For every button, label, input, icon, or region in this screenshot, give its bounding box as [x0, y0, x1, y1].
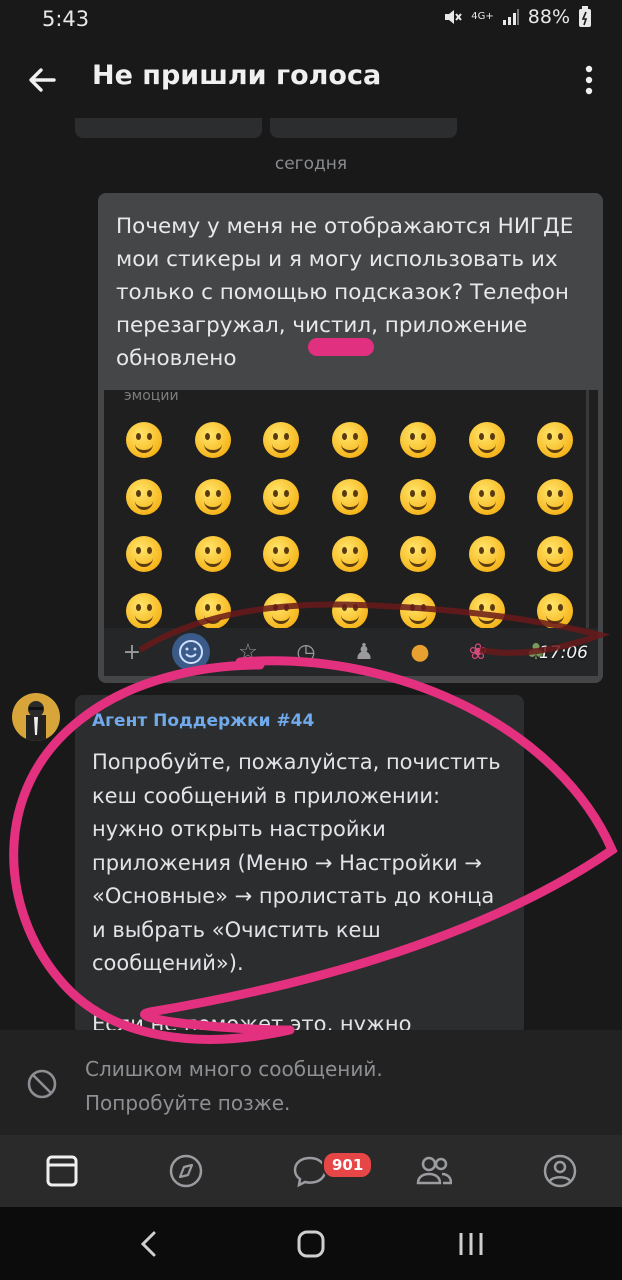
emoji-icon: [194, 422, 231, 458]
status-bar: 5:43 4G+ 88%: [0, 0, 622, 40]
emoji-icon: [263, 479, 299, 515]
profile-icon[interactable]: [542, 1153, 578, 1189]
emoji-icon: [537, 479, 573, 515]
emoji-icon: [537, 536, 573, 572]
system-home-icon[interactable]: [296, 1229, 326, 1259]
network-label: 4G+: [471, 11, 494, 22]
emoji-icon: [468, 536, 505, 572]
friends-icon[interactable]: [416, 1153, 452, 1189]
emoji-icon: [331, 536, 368, 572]
feed-icon[interactable]: [44, 1153, 80, 1189]
chat-header: Не пришли голоса: [0, 40, 622, 120]
agent-paragraph: Попробуйте, пожалуйста, почистить кеш со…: [92, 750, 501, 975]
bottom-tab-bar: 901: [0, 1135, 622, 1207]
mute-icon: [445, 10, 463, 24]
chat-title: Не пришли голоса: [92, 60, 382, 91]
status-icons: 4G+ 88%: [443, 6, 592, 28]
messages-badge: 901: [322, 1151, 374, 1179]
emoji-icon: [331, 422, 368, 458]
restriction-line-1: Слишком много сообщений.: [85, 1057, 383, 1081]
emoji-icon: [400, 536, 436, 572]
emoji-icon: [263, 536, 299, 572]
previous-message-edge: [75, 118, 262, 138]
status-time: 5:43: [42, 7, 90, 31]
emoji-icon: [468, 422, 505, 458]
emoji-icon: [126, 422, 162, 458]
battery-icon: [579, 6, 591, 27]
emoji-icon: [331, 479, 368, 515]
previous-message-edge: [270, 118, 457, 138]
emoji-category-label: эмоции: [124, 390, 179, 404]
back-arrow-icon[interactable]: [22, 60, 62, 100]
emoji-icon: [126, 479, 162, 515]
emoji-icon: [468, 479, 505, 515]
emoji-icon: [400, 479, 436, 515]
system-navigation-bar: [0, 1207, 622, 1280]
blocked-icon: [27, 1069, 57, 1099]
emoji-icon: [126, 536, 162, 572]
battery-percent: 88%: [527, 6, 570, 28]
restriction-line-2: Попробуйте позже.: [85, 1091, 291, 1115]
system-back-icon[interactable]: [136, 1229, 162, 1259]
scribble-mark: [138, 601, 610, 656]
date-separator: сегодня: [274, 154, 348, 174]
emoji-icon: [537, 422, 573, 458]
emoji-icon: [194, 479, 231, 515]
marker-underline: [308, 338, 374, 356]
explore-icon[interactable]: [168, 1153, 204, 1189]
restriction-text: Слишком много сообщений. Попробуйте позж…: [85, 1052, 383, 1120]
emoji-icon: [194, 536, 231, 572]
more-options-icon[interactable]: [574, 62, 604, 98]
agent-message-text: Попробуйте, пожалуйста, почистить кеш со…: [92, 746, 512, 981]
system-recents-icon[interactable]: [456, 1230, 486, 1258]
agent-avatar[interactable]: [12, 693, 60, 741]
signal-icon: [502, 9, 519, 25]
emoji-icon: [400, 422, 436, 458]
agent-name[interactable]: Агент Поддержки #44: [92, 711, 314, 731]
emoji-icon: [263, 422, 299, 458]
